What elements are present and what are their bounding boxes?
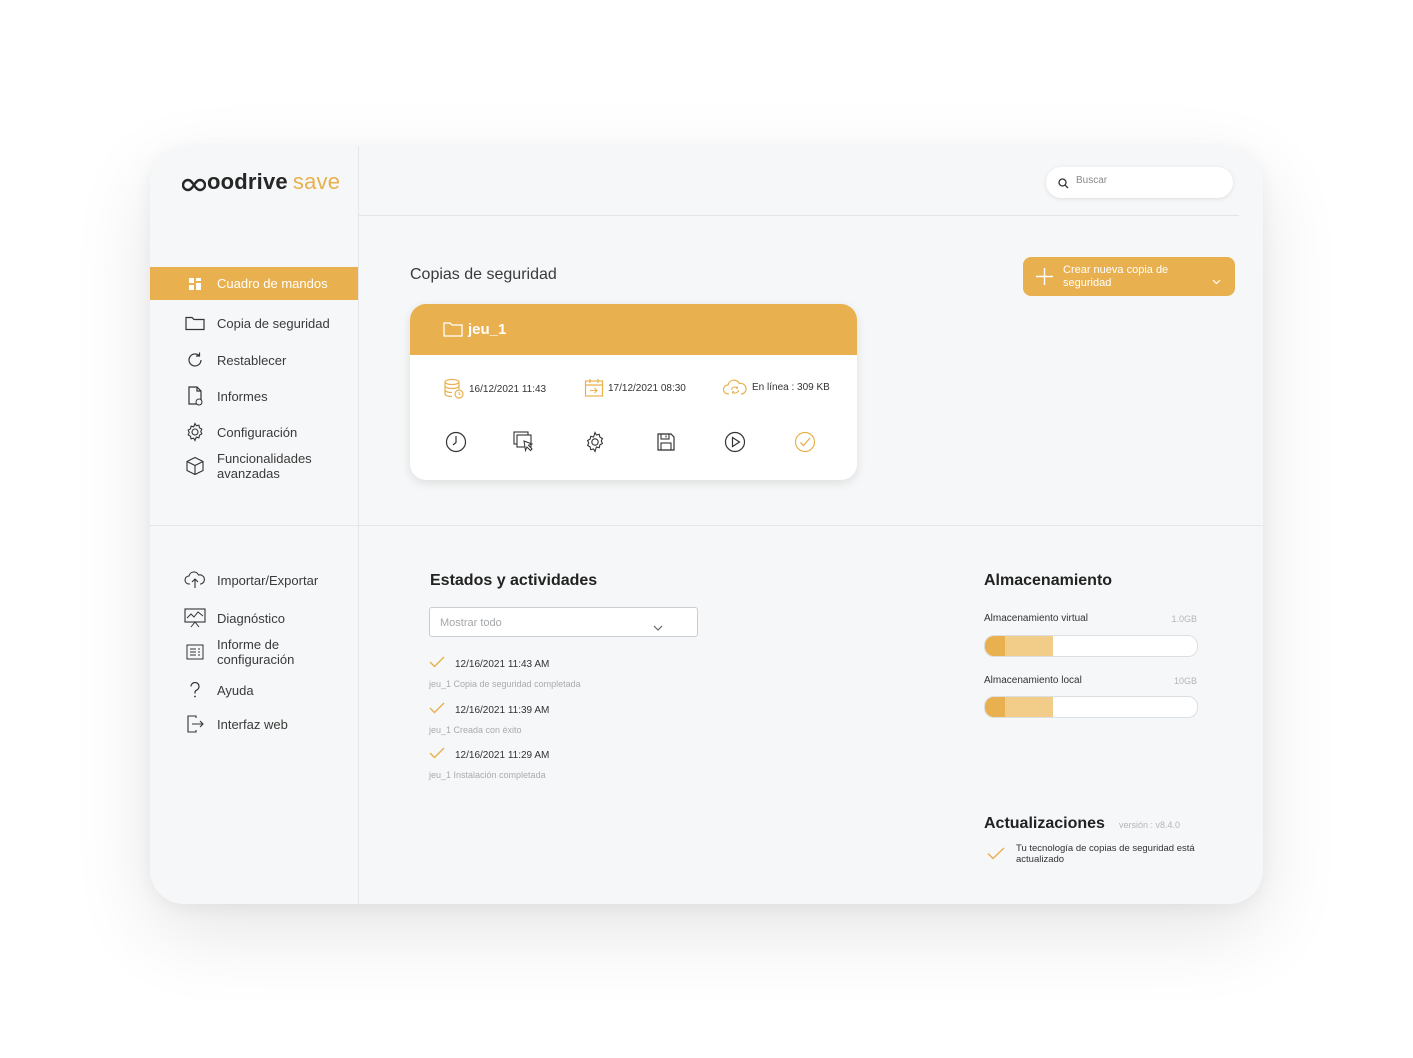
chevron-down-icon <box>653 618 663 636</box>
last-backup: 16/12/2021 11:43 <box>443 378 546 400</box>
activity-filter-select[interactable]: Mostrar todo <box>429 607 698 637</box>
updates-version: versión : v8.4.0 <box>1119 820 1181 830</box>
check-icon <box>429 746 445 764</box>
sidebar-item-cuadro-de-mandos[interactable]: Cuadro de mandos <box>150 267 358 300</box>
report-icon <box>184 385 206 407</box>
sidebar-item-funcionalidades-avanzadas[interactable]: Funcionalidades avanzadas <box>150 450 358 482</box>
virtual-storage-label: Almacenamiento virtual <box>984 613 1088 624</box>
sidebar-item-label: Informes <box>217 388 268 404</box>
main-content: Copias de seguridad Crear nueva copia de… <box>359 147 1263 904</box>
backups-title: Copias de seguridad <box>410 266 557 283</box>
activity-desc: jeu_1 Creada con éxito <box>429 725 522 735</box>
config-list-icon <box>184 641 206 663</box>
local-storage-capacity: 10GB <box>1173 676 1197 686</box>
backup-name: jeu_1 <box>468 321 507 338</box>
create-backup-label: Crear nueva copia de seguridad <box>1063 264 1169 289</box>
local-storage-bar-fill <box>1005 697 1053 717</box>
activity-filter-value: Mostrar todo <box>440 617 502 629</box>
sidebar-divider <box>150 525 358 526</box>
schedule-clock-icon[interactable] <box>444 430 468 454</box>
calendar-icon <box>584 378 604 398</box>
sidebar-item-label: Importar/Exportar <box>217 572 319 588</box>
chevron-down-icon <box>1212 272 1221 290</box>
sidebar-item-label: Cuadro de mandos <box>217 276 328 291</box>
storage-title: Almacenamiento <box>984 572 1113 589</box>
sidebar-item-label: Diagnóstico <box>217 610 285 626</box>
online-size: En línea : 309 KB <box>722 378 830 396</box>
folder-icon <box>443 321 463 342</box>
local-storage-bar-cap <box>985 697 1005 717</box>
section-divider <box>359 525 1263 526</box>
infinity-logo-icon <box>181 172 207 198</box>
backup-card[interactable]: jeu_1 16/12/2021 11:43 17/12/2021 08:30 … <box>410 304 857 480</box>
sidebar-item-importar-exportar[interactable]: Importar/Exportar <box>150 569 358 591</box>
sidebar-item-label: Ayuda <box>217 682 254 698</box>
create-backup-button[interactable]: Crear nueva copia de seguridad <box>1023 257 1235 296</box>
product-name: save <box>292 169 341 194</box>
check-circle-icon[interactable] <box>793 430 817 454</box>
sidebar-item-ayuda[interactable]: Ayuda <box>150 679 358 701</box>
plus-icon <box>1035 267 1054 291</box>
database-clock-icon <box>443 378 465 400</box>
cloud-sync-icon <box>722 378 748 396</box>
app-window: oodrive save Cuadro de mandos Copia de se… <box>150 147 1263 904</box>
sidebar-item-label: Restablecer <box>217 352 287 368</box>
search-icon <box>1058 176 1069 194</box>
activities-title: Estados y actividades <box>430 572 598 589</box>
sidebar-item-label: Informe de configuración <box>217 637 295 667</box>
restore-files-icon[interactable] <box>512 430 536 454</box>
check-icon <box>429 655 445 673</box>
activity-time: 12/16/2021 11:43 AM <box>455 659 550 670</box>
next-backup-date: 17/12/2021 08:30 <box>608 382 686 394</box>
online-size-text: En línea : 309 KB <box>752 381 830 393</box>
virtual-storage-bar-fill <box>1005 636 1053 656</box>
virtual-storage-bar-cap <box>985 636 1005 656</box>
help-icon <box>184 679 206 701</box>
local-storage-bar <box>984 696 1198 718</box>
activity-time: 12/16/2021 11:39 AM <box>455 705 550 716</box>
logout-icon <box>184 713 206 735</box>
search-input[interactable] <box>1076 175 1216 186</box>
header-divider <box>359 215 1239 216</box>
sidebar-item-informe-de-configuracion[interactable]: Informe de configuración <box>150 636 358 668</box>
save-icon[interactable] <box>654 430 678 454</box>
brand-name: oodrive <box>207 169 288 194</box>
sidebar-item-label: Funcionalidades avanzadas <box>217 451 312 481</box>
check-icon <box>987 847 1005 865</box>
search-box[interactable] <box>1046 167 1233 198</box>
backup-settings-gear-icon[interactable] <box>583 430 607 454</box>
last-backup-date: 16/12/2021 11:43 <box>469 383 547 395</box>
sidebar-item-informes[interactable]: Informes <box>150 385 358 407</box>
sidebar-item-diagnostico[interactable]: Diagnóstico <box>150 607 358 629</box>
check-icon <box>429 701 445 719</box>
local-storage-label: Almacenamiento local <box>984 675 1082 686</box>
sidebar-item-label: Interfaz web <box>217 716 288 732</box>
sidebar-item-restablecer[interactable]: Restablecer <box>150 349 358 371</box>
refresh-icon <box>184 349 206 371</box>
activity-time: 12/16/2021 11:29 AM <box>455 750 550 761</box>
virtual-storage-capacity: 1.0GB <box>1171 614 1197 624</box>
sidebar: oodrive save Cuadro de mandos Copia de se… <box>150 147 359 904</box>
cloud-upload-icon <box>184 569 206 591</box>
updates-title: Actualizaciones <box>984 815 1105 832</box>
next-backup: 17/12/2021 08:30 <box>584 378 686 398</box>
sidebar-item-label: Configuración <box>217 424 298 440</box>
backup-card-header: jeu_1 <box>410 304 857 355</box>
updates-status: Tu tecnología de copias de seguridad est… <box>1016 843 1195 865</box>
gear-icon <box>184 421 206 443</box>
app-logo[interactable]: oodrive save <box>181 169 341 198</box>
sidebar-item-interfaz-web[interactable]: Interfaz web <box>150 713 358 735</box>
cube-icon <box>184 455 206 477</box>
activity-desc: jeu_1 Instalación completada <box>429 770 546 780</box>
folder-icon <box>184 312 206 334</box>
sidebar-item-copia-de-seguridad[interactable]: Copia de seguridad <box>150 307 358 339</box>
dashboard-icon <box>184 273 206 295</box>
virtual-storage-bar <box>984 635 1198 657</box>
monitor-chart-icon <box>184 607 206 629</box>
sidebar-item-label: Copia de seguridad <box>217 315 330 331</box>
sidebar-item-configuracion[interactable]: Configuración <box>150 421 358 443</box>
activity-desc: jeu_1 Copia de seguridad completada <box>429 679 581 689</box>
play-icon[interactable] <box>723 430 747 454</box>
